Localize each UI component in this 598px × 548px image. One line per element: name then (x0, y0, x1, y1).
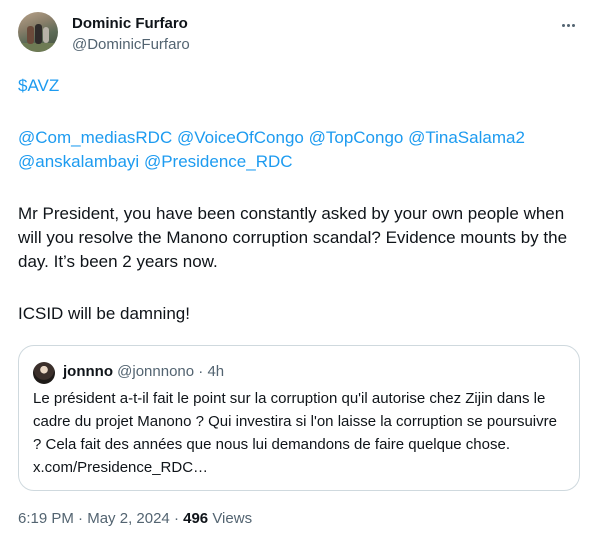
tweet-text: $AVZ @Com_mediasRDC @VoiceOfCongo @TopCo… (18, 74, 584, 326)
more-options-icon[interactable] (556, 17, 580, 33)
meta-separator: · (78, 510, 84, 527)
views-count: 496 (183, 510, 209, 527)
tweet-paragraph: Mr President, you have been constantly a… (18, 204, 568, 271)
quoted-tweet-meta: jonnno @jonnnono · 4h (63, 363, 224, 380)
mention-link[interactable]: @TopCongo (309, 128, 404, 147)
tweet-meta: 6:19 PM · May 2, 2024 · 496 Views (18, 510, 252, 527)
meta-separator: · (173, 510, 179, 527)
mention-link[interactable]: @Com_mediasRDC (18, 128, 172, 147)
mention-link[interactable]: @VoiceOfCongo (177, 128, 304, 147)
author-handle[interactable]: @DominicFurfaro (72, 36, 190, 53)
mention-link[interactable]: @TinaSalama2 (408, 128, 525, 147)
tweet-closing: ICSID will be damning! (18, 304, 190, 323)
author-name[interactable]: Dominic Furfaro (72, 15, 188, 32)
quoted-author-avatar (33, 362, 55, 384)
tweet-time[interactable]: 6:19 PM (18, 510, 74, 527)
author-avatar[interactable] (18, 12, 58, 52)
mention-link[interactable]: @Presidence_RDC (144, 152, 293, 171)
cashtag-link[interactable]: $AVZ (18, 76, 59, 95)
tweet-header: Dominic Furfaro @DominicFurfaro (18, 12, 584, 60)
views-label: Views (212, 510, 253, 527)
quoted-time: 4h (207, 363, 225, 380)
quoted-author-name: jonnno (63, 363, 113, 380)
quoted-author-handle: @jonnnono (117, 363, 195, 380)
quoted-tweet-text: Le président a-t-il fait le point sur la… (33, 390, 557, 476)
tweet-date[interactable]: May 2, 2024 (87, 510, 170, 527)
quoted-separator: · (198, 363, 204, 380)
quoted-tweet[interactable]: jonnno @jonnnono · 4h Le président a-t-i… (18, 345, 580, 491)
mention-link[interactable]: @anskalambayi (18, 152, 139, 171)
